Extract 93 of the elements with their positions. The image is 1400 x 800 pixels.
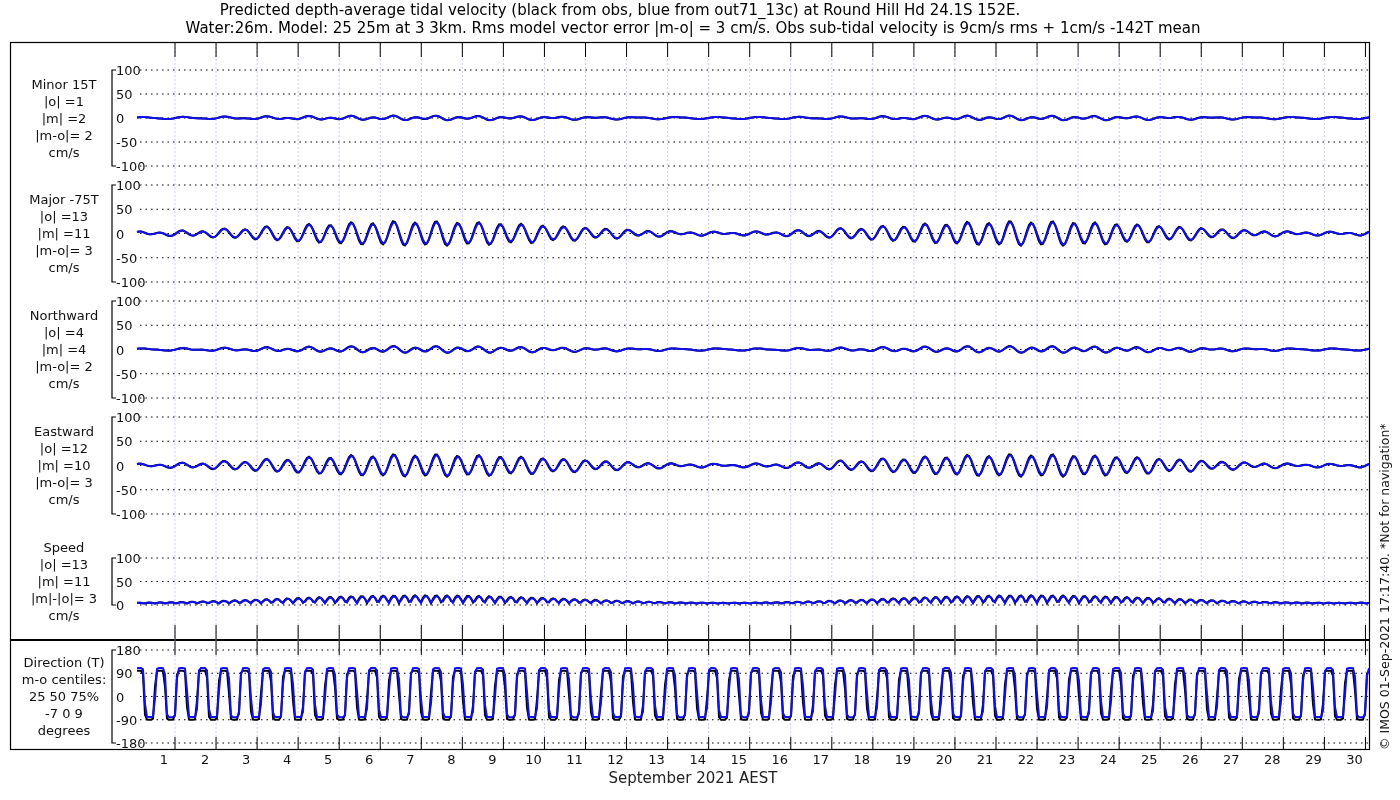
panel-label: |m-o|= 3 [35, 243, 93, 258]
y-tick-label: -50 [116, 135, 138, 150]
panel-label: |m| =11 [37, 226, 91, 241]
day-label: 14 [689, 752, 706, 767]
day-label: 8 [447, 752, 456, 767]
panel-label: |o| =13 [39, 209, 89, 224]
panel-label: Eastward [34, 424, 94, 439]
panel-label: cm/s [48, 492, 80, 507]
panel-label: |m| =4 [41, 342, 87, 357]
day-label: 1 [159, 752, 169, 767]
day-label: 16 [771, 752, 788, 767]
y-tick-label: -100 [116, 391, 146, 406]
panel-label: |m-o|= 2 [35, 128, 93, 143]
y-tick-label: 180 [116, 643, 141, 658]
day-label: 25 [1140, 752, 1158, 767]
day-label: 2 [200, 752, 210, 767]
day-label: 20 [935, 752, 953, 767]
day-label: 29 [1305, 752, 1322, 767]
panel-label: |m| =2 [41, 111, 87, 126]
y-tick-label: 50 [116, 202, 133, 218]
panel-label: |o| =13 [39, 557, 89, 572]
panel-label: -7 0 9 [45, 706, 83, 721]
copyright-note: © IMOS 01-Sep-2021 17:17:40. *Not for navigation* [1377, 423, 1392, 750]
panel-label: Speed [43, 540, 85, 555]
day-label: 18 [853, 752, 871, 767]
day-label: 10 [525, 752, 542, 767]
y-tick-label: 0 [116, 458, 125, 474]
y-tick-label: -90 [116, 712, 138, 728]
day-label: 27 [1223, 752, 1240, 767]
day-label: 7 [406, 752, 415, 767]
y-tick-label: 100 [116, 410, 141, 425]
y-tick-label: -50 [116, 250, 138, 266]
panel-label: |m| =10 [37, 458, 91, 473]
day-label: 15 [730, 752, 747, 767]
y-tick-label: 0 [116, 342, 125, 358]
y-tick-label: 50 [116, 87, 133, 102]
panel-label: |m-o|= 2 [35, 359, 93, 374]
panel-label: |o| =4 [44, 325, 84, 340]
y-tick-label: 50 [116, 574, 133, 590]
panel-label: cm/s [48, 145, 80, 160]
day-label: 22 [1017, 752, 1035, 767]
day-label: 28 [1264, 752, 1281, 767]
y-tick-label: 90 [116, 666, 133, 682]
y-tick-label: -100 [116, 507, 146, 522]
panel-label: |m-o|= 3 [35, 475, 93, 490]
day-label: 19 [894, 752, 912, 767]
day-label: 24 [1099, 752, 1117, 767]
day-label: 13 [648, 752, 665, 767]
day-label: 12 [607, 752, 624, 767]
panel-label: Direction (T) [23, 655, 105, 670]
y-tick-label: -50 [116, 366, 138, 382]
panel-label: degrees [37, 723, 91, 738]
y-tick-label: 50 [116, 318, 133, 334]
panel-label: cm/s [48, 376, 80, 391]
y-tick-label: 100 [116, 551, 141, 566]
day-label: 4 [283, 752, 292, 767]
panel-label: Minor 15T [31, 77, 97, 92]
panel-label: |o| =12 [39, 441, 89, 456]
y-tick-label: 50 [116, 434, 133, 450]
y-tick-label: -100 [116, 275, 146, 290]
day-label: 17 [812, 752, 830, 767]
y-tick-label: 100 [116, 294, 141, 309]
day-label: 26 [1182, 752, 1199, 767]
panel-label: Northward [29, 308, 99, 323]
y-tick-label: 0 [116, 689, 125, 705]
y-tick-label: -50 [116, 482, 138, 498]
y-tick-label: -100 [116, 159, 146, 174]
day-label: 11 [566, 752, 583, 767]
day-label: 3 [241, 752, 251, 767]
day-label: 23 [1058, 752, 1076, 767]
panel-label: cm/s [48, 260, 80, 275]
panel-label: m-o centiles: [21, 672, 107, 687]
y-tick-label: 0 [116, 598, 125, 613]
y-tick-label: 0 [116, 226, 125, 242]
panel-label: 25 50 75% [28, 689, 100, 704]
y-tick-label: 100 [116, 178, 141, 193]
panel-label: |o| =1 [44, 94, 84, 109]
panel-label: |m| =11 [37, 574, 91, 589]
day-label: 9 [488, 752, 497, 767]
chart-title: Water:26m. Model: 25 25m at 3 3km. Rms model vector error |m-o| = 3 cm/s. Obs sub-tidal velocity is 9cm/s rms + 1cm/s -142T mean [185, 19, 1201, 37]
panel-label: cm/s [48, 608, 80, 623]
x-axis-label: September 2021 AEST [608, 769, 778, 787]
day-label: 21 [976, 752, 994, 767]
chart-title: Predicted depth-average tidal velocity (black from obs, blue from out71_13c) at Round Hill Hd 24.1S 152E. [219, 1, 1021, 19]
day-label: 30 [1346, 752, 1363, 767]
y-axis [111, 557, 117, 606]
day-label: 5 [324, 752, 333, 767]
day-label: 6 [365, 752, 374, 767]
y-tick-label: 0 [116, 111, 125, 126]
panel-label: Major -75T [29, 192, 99, 207]
panel-label: |m|-|o|= 3 [30, 591, 98, 606]
y-tick-label: -180 [116, 736, 146, 751]
y-tick-label: 100 [116, 63, 141, 78]
